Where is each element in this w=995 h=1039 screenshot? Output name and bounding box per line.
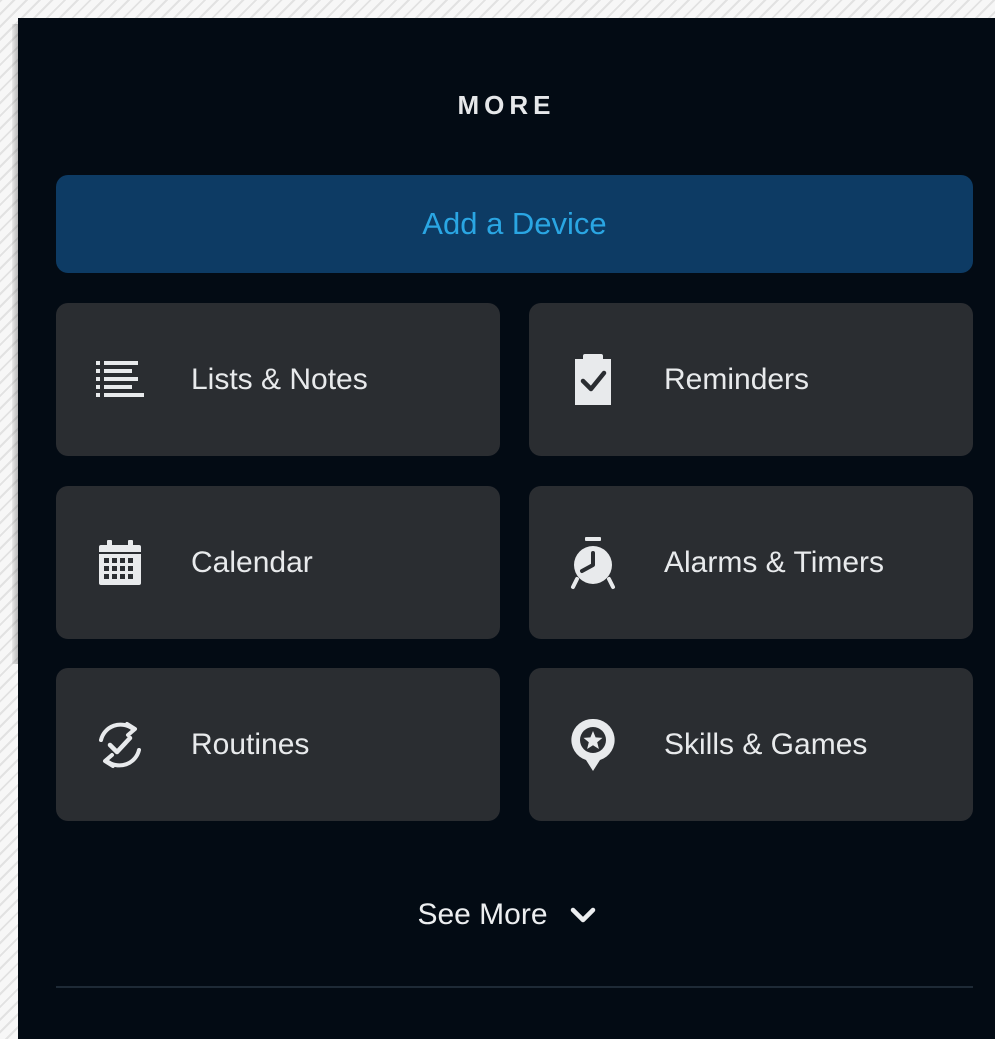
tile-reminders[interactable]: Reminders (529, 303, 973, 456)
tile-skills-games[interactable]: Skills & Games (529, 668, 973, 821)
chevron-down-icon (570, 906, 596, 924)
calendar-icon (92, 535, 148, 591)
tile-label: Calendar (191, 545, 313, 579)
add-device-button[interactable]: Add a Device (56, 175, 973, 273)
alarm-clock-icon (565, 535, 621, 591)
tile-calendar[interactable]: Calendar (56, 486, 500, 639)
skills-star-pin-icon (565, 717, 621, 773)
tile-routines[interactable]: Routines (56, 668, 500, 821)
more-panel: MORE Add a Device Lists & Notes Reminder… (18, 18, 995, 1039)
list-icon (92, 352, 148, 408)
tile-label: Skills & Games (664, 727, 868, 761)
clipboard-check-icon (565, 352, 621, 408)
see-more-label: See More (417, 898, 548, 931)
tile-label: Reminders (664, 362, 810, 396)
add-device-label: Add a Device (422, 206, 607, 241)
tile-label: Alarms & Timers (664, 545, 885, 579)
routine-check-icon (92, 717, 148, 773)
see-more-button[interactable]: See More (18, 898, 995, 932)
tile-lists-notes[interactable]: Lists & Notes (56, 303, 500, 456)
tile-alarms-timers[interactable]: Alarms & Timers (529, 486, 973, 639)
divider (56, 986, 973, 988)
tile-label: Lists & Notes (191, 362, 368, 396)
panel-title: MORE (457, 90, 556, 120)
tile-label: Routines (191, 727, 310, 761)
